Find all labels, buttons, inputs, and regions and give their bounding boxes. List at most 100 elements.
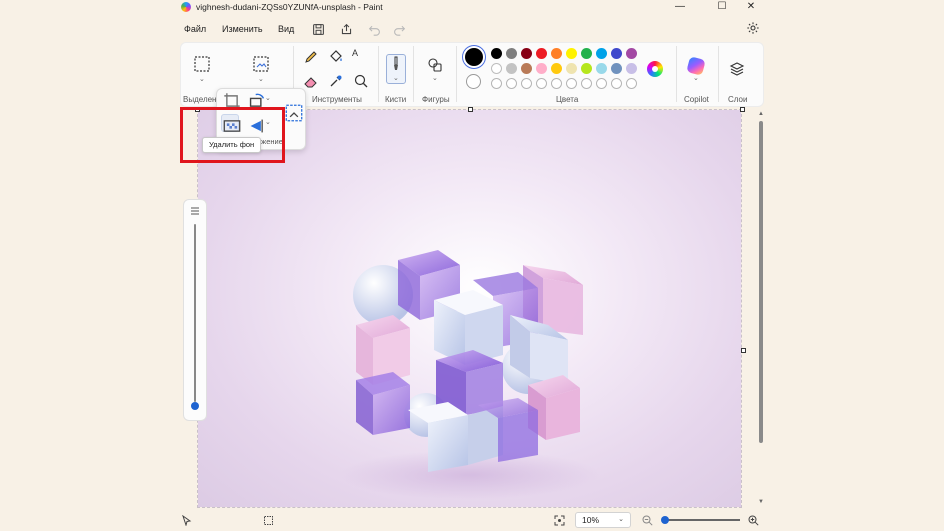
title-bar: vighnesh-dudani-ZQSs0YZUNfA-unsplash - P… bbox=[0, 0, 944, 16]
color-swatch[interactable] bbox=[611, 48, 622, 59]
scrollbar-thumb[interactable] bbox=[759, 121, 763, 443]
magnifier-icon[interactable] bbox=[352, 72, 370, 90]
edit-colors-icon[interactable] bbox=[647, 61, 663, 77]
rectangle-select-icon[interactable] bbox=[193, 55, 211, 73]
ribbon-separator bbox=[378, 46, 379, 102]
custom-color-slot[interactable] bbox=[611, 78, 622, 89]
color-swatch[interactable] bbox=[611, 63, 622, 74]
rotate-chevron-icon[interactable]: ⌄ bbox=[265, 94, 271, 102]
tools-group-label: Инструменты bbox=[312, 95, 362, 104]
resize-handle[interactable] bbox=[468, 107, 473, 112]
slider-track[interactable] bbox=[194, 224, 196, 402]
custom-color-slot[interactable] bbox=[581, 78, 592, 89]
brush-icon bbox=[387, 55, 405, 73]
custom-color-slot[interactable] bbox=[491, 78, 502, 89]
scroll-up-arrow[interactable]: ▲ bbox=[758, 111, 764, 117]
primary-color-swatch[interactable] bbox=[465, 48, 483, 66]
crop-icon[interactable] bbox=[223, 92, 240, 109]
rotate-icon[interactable] bbox=[248, 92, 265, 107]
text-tool-icon[interactable]: A bbox=[352, 48, 370, 66]
ribbon-separator bbox=[413, 46, 414, 102]
pencil-icon[interactable] bbox=[302, 48, 320, 66]
selection-chevron-icon[interactable]: ⌄ bbox=[199, 75, 205, 83]
zoom-slider-knob[interactable] bbox=[661, 516, 669, 524]
color-swatch[interactable] bbox=[596, 48, 607, 59]
custom-color-slot[interactable] bbox=[506, 78, 517, 89]
stroke-size-icon bbox=[190, 206, 200, 216]
color-swatch[interactable] bbox=[536, 63, 547, 74]
share-icon[interactable] bbox=[340, 23, 353, 36]
flip-icon[interactable] bbox=[248, 117, 263, 133]
save-icon[interactable] bbox=[312, 23, 325, 36]
color-swatch[interactable] bbox=[581, 63, 592, 74]
maximize-button[interactable]: ☐ bbox=[708, 0, 736, 14]
color-swatch[interactable] bbox=[581, 48, 592, 59]
image-chevron-icon[interactable]: ⌄ bbox=[258, 75, 264, 83]
custom-color-slot[interactable] bbox=[626, 78, 637, 89]
color-picker-icon[interactable] bbox=[327, 72, 345, 90]
zoom-slider-track[interactable] bbox=[664, 519, 740, 521]
resize-handle[interactable] bbox=[740, 107, 745, 112]
color-swatch[interactable] bbox=[491, 63, 502, 74]
custom-color-slot[interactable] bbox=[536, 78, 547, 89]
color-swatch[interactable] bbox=[521, 63, 532, 74]
color-swatch[interactable] bbox=[536, 48, 547, 59]
zoom-out-icon[interactable] bbox=[642, 515, 653, 526]
color-swatch[interactable] bbox=[566, 48, 577, 59]
window-title: vighnesh-dudani-ZQSs0YZUNfA-unsplash - P… bbox=[196, 2, 383, 12]
custom-color-slot[interactable] bbox=[566, 78, 577, 89]
custom-color-slot[interactable] bbox=[521, 78, 532, 89]
slider-knob[interactable] bbox=[191, 402, 199, 410]
layers-group-label: Слои bbox=[728, 95, 748, 104]
undo-icon[interactable] bbox=[368, 23, 381, 36]
minimize-button[interactable]: — bbox=[666, 0, 694, 14]
brush-size-slider[interactable] bbox=[183, 199, 207, 421]
resize-handle[interactable] bbox=[741, 348, 746, 353]
resize-handle[interactable] bbox=[195, 107, 200, 112]
resize-image-icon[interactable] bbox=[285, 104, 303, 122]
cursor-position-icon bbox=[181, 514, 192, 527]
remove-background-icon bbox=[223, 117, 241, 132]
close-button[interactable]: ✕ bbox=[737, 0, 765, 14]
cube-image bbox=[340, 250, 600, 500]
zoom-level-dropdown[interactable]: 10% ⌄ bbox=[575, 512, 631, 528]
color-swatch[interactable] bbox=[506, 63, 517, 74]
color-swatch[interactable] bbox=[596, 63, 607, 74]
color-swatch[interactable] bbox=[626, 48, 637, 59]
settings-gear-icon[interactable] bbox=[746, 21, 760, 35]
secondary-color-swatch[interactable] bbox=[466, 74, 481, 89]
custom-color-slot[interactable] bbox=[551, 78, 562, 89]
color-swatch[interactable] bbox=[506, 48, 517, 59]
vertical-scrollbar[interactable]: ▲ ▼ bbox=[757, 111, 765, 507]
redo-icon[interactable] bbox=[393, 23, 406, 36]
shapes-chevron-icon[interactable]: ⌄ bbox=[432, 74, 438, 82]
color-swatch[interactable] bbox=[491, 48, 502, 59]
menu-edit[interactable]: Изменить bbox=[222, 24, 263, 34]
ribbon-separator bbox=[456, 46, 457, 102]
drawing-canvas[interactable] bbox=[198, 110, 741, 507]
menu-file[interactable]: Файл bbox=[184, 24, 206, 34]
remove-background-tooltip: Удалить фон bbox=[202, 137, 262, 153]
layers-icon[interactable] bbox=[728, 60, 746, 78]
color-swatch[interactable] bbox=[566, 63, 577, 74]
brushes-chevron-icon[interactable]: ⌄ bbox=[393, 74, 399, 82]
color-swatch[interactable] bbox=[551, 48, 562, 59]
color-swatch[interactable] bbox=[626, 63, 637, 74]
custom-color-slot[interactable] bbox=[596, 78, 607, 89]
zoom-level-value: 10% bbox=[582, 515, 600, 525]
ribbon-separator bbox=[718, 46, 719, 102]
shapes-icon[interactable] bbox=[426, 56, 444, 74]
fill-bucket-icon[interactable] bbox=[327, 48, 345, 66]
zoom-in-icon[interactable] bbox=[748, 515, 759, 526]
menu-view[interactable]: Вид bbox=[278, 24, 294, 34]
shapes-group-label: Фигуры bbox=[422, 95, 450, 104]
fit-to-window-icon[interactable] bbox=[554, 515, 565, 526]
eraser-icon[interactable] bbox=[302, 72, 320, 90]
color-swatch[interactable] bbox=[551, 63, 562, 74]
color-swatch[interactable] bbox=[521, 48, 532, 59]
flip-chevron-icon[interactable]: ⌄ bbox=[265, 118, 271, 126]
image-select-icon[interactable] bbox=[252, 55, 270, 73]
ribbon-separator bbox=[676, 46, 677, 102]
copilot-chevron-icon[interactable]: ⌄ bbox=[693, 74, 699, 82]
scroll-down-arrow[interactable]: ▼ bbox=[758, 499, 764, 505]
